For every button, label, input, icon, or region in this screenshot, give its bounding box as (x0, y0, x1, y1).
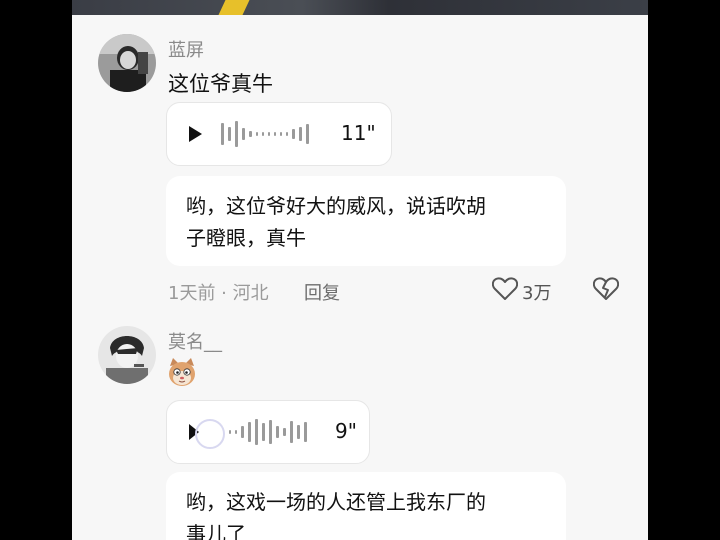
video-yellow-mark (218, 0, 250, 15)
username[interactable]: 蓝屏 (168, 36, 204, 62)
comment-time-location: 1天前 · 河北 (168, 283, 269, 304)
video-preview-strip (72, 0, 648, 15)
reply-bubble: 哟，这戏一场的人还管上我东厂的 事儿了 (166, 472, 566, 540)
right-black-bar (648, 0, 720, 540)
username[interactable]: 莫名__ (168, 328, 222, 354)
reply-text-line: 事儿了 (186, 522, 246, 540)
reply-text-line: 子瞪眼，真牛 (186, 226, 306, 250)
voice-duration: 11" (341, 121, 376, 145)
voice-duration: 9" (335, 419, 357, 443)
voice-message[interactable]: 9" (166, 400, 370, 464)
comment-panel: 蓝屏 这位爷真牛 11" 哟，这位爷好大的威风，说话吹胡 子瞪眼，真牛 1天前 … (72, 0, 648, 540)
reply-button[interactable]: 回复 (304, 279, 340, 305)
voice-message[interactable]: 11" (166, 102, 392, 166)
heart-outline-icon[interactable] (492, 277, 518, 301)
avatar[interactable] (98, 326, 156, 384)
cat-face-emoji (169, 358, 195, 386)
press-ripple (195, 419, 225, 449)
reply-text-line: 哟，这戏一场的人还管上我东厂的 (186, 490, 486, 514)
reply-bubble: 哟，这位爷好大的威风，说话吹胡 子瞪眼，真牛 (166, 176, 566, 266)
waveform-icon (229, 419, 307, 445)
comment-text: 这位爷真牛 (168, 72, 273, 96)
reply-text-line: 哟，这位爷好大的威风，说话吹胡 (186, 194, 486, 218)
like-count: 3万 (522, 283, 552, 304)
play-icon[interactable] (189, 126, 202, 142)
left-black-bar (0, 0, 72, 540)
avatar[interactable] (98, 34, 156, 92)
waveform-icon (221, 121, 309, 147)
broken-heart-icon[interactable] (593, 277, 619, 301)
